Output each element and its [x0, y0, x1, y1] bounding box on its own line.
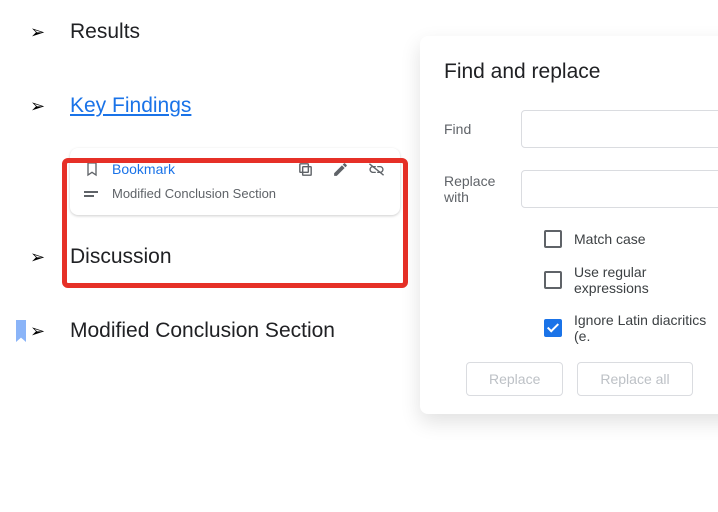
replace-input[interactable]	[521, 170, 718, 208]
replace-button[interactable]: Replace	[466, 362, 563, 396]
heading-text: Discussion	[70, 245, 172, 269]
checkbox-checked-icon[interactable]	[544, 319, 562, 337]
heading-text: Results	[70, 20, 140, 44]
option-label: Ignore Latin diacritics (e.	[574, 312, 718, 344]
heading-link[interactable]: Key Findings	[70, 94, 191, 118]
find-input[interactable]	[521, 110, 718, 148]
unlink-icon[interactable]	[367, 161, 386, 178]
match-case-option[interactable]: Match case	[544, 230, 718, 248]
bookmark-preview-card: Bookmark Modified Conclusion Section	[70, 148, 400, 215]
heading-text: Modified Conclusion Section	[70, 319, 335, 343]
bookmark-subtitle: Modified Conclusion Section	[112, 186, 276, 201]
copy-icon[interactable]	[297, 161, 314, 178]
edit-icon[interactable]	[332, 161, 349, 178]
checkbox-icon[interactable]	[544, 271, 562, 289]
find-label: Find	[444, 121, 521, 137]
replace-label: Replace with	[444, 173, 521, 205]
arrow-icon: ➢	[30, 321, 54, 342]
option-label: Match case	[574, 231, 646, 247]
replace-all-button[interactable]: Replace all	[577, 362, 692, 396]
bookmark-ribbon-icon	[16, 320, 26, 342]
arrow-icon: ➢	[30, 96, 54, 117]
option-label: Use regular expressions	[574, 264, 718, 296]
arrow-icon: ➢	[30, 247, 54, 268]
regex-option[interactable]: Use regular expressions	[544, 264, 718, 296]
bookmark-actions	[297, 161, 386, 178]
panel-title: Find and replace	[444, 60, 718, 84]
bookmark-title[interactable]: Bookmark	[112, 161, 175, 177]
bookmark-icon	[84, 160, 100, 178]
diacritics-option[interactable]: Ignore Latin diacritics (e.	[544, 312, 718, 344]
find-replace-panel: Find and replace Find Replace with Match…	[420, 36, 718, 414]
checkbox-icon[interactable]	[544, 230, 562, 248]
arrow-icon: ➢	[30, 22, 54, 43]
text-lines-icon	[84, 189, 100, 199]
